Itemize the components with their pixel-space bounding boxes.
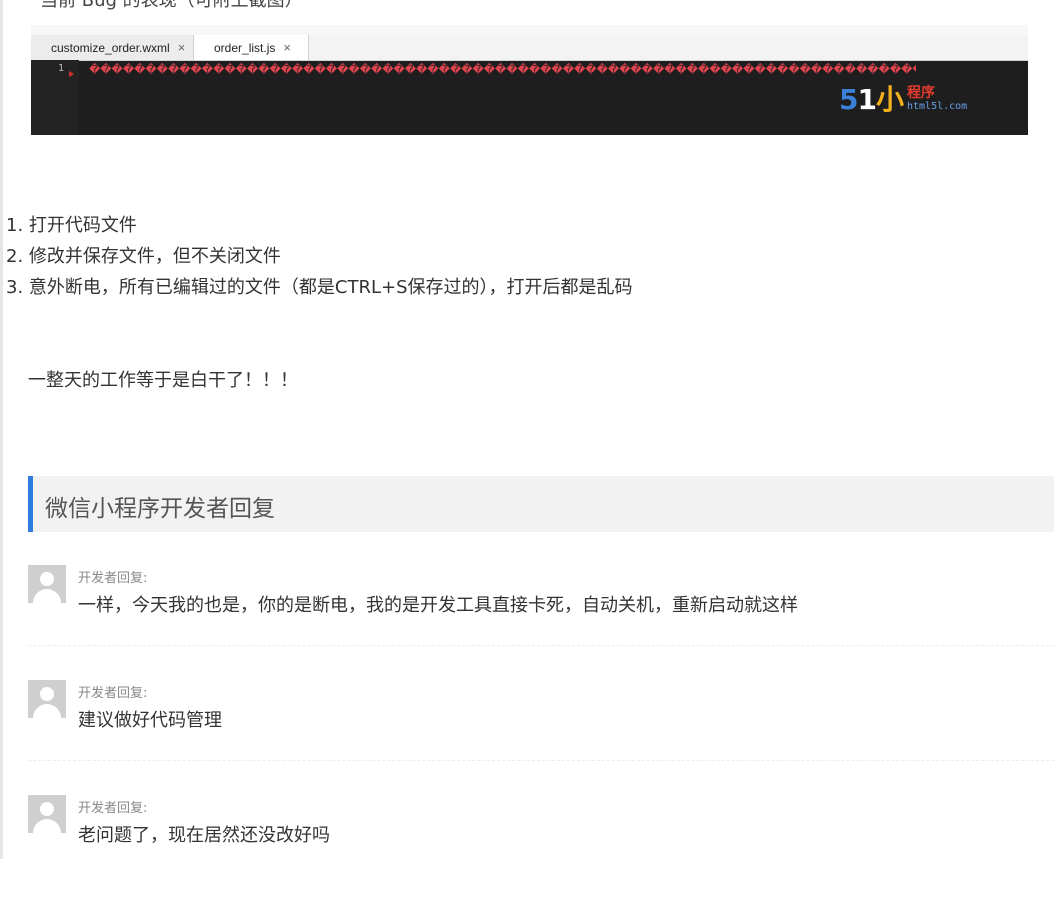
- editor-tab-bar: customize_order.wxml × order_list.js ×: [31, 25, 1028, 61]
- watermark-logo: 51小 程序 html5l.com: [839, 86, 967, 114]
- garbled-code-line: ����������������������������������������…: [89, 63, 916, 76]
- avatar-icon[interactable]: [28, 795, 66, 833]
- reply-divider: [28, 760, 1054, 761]
- reply-author: 开发者回复:: [78, 686, 148, 701]
- reply-author: 开发者回复:: [78, 571, 148, 586]
- line-number: 1: [58, 63, 65, 74]
- reply-content: 老问题了，现在居然还没改好吗: [78, 825, 330, 846]
- tab-customize-order-wxml: customize_order.wxml ×: [31, 35, 194, 60]
- reply-divider: [28, 645, 1054, 646]
- avatar-icon[interactable]: [28, 565, 66, 603]
- tab-order-list-js: order_list.js ×: [194, 35, 309, 60]
- reply-content: 一样，今天我的也是，你的是断电，我的是开发工具直接卡死，自动关机，重新启动就这样: [78, 595, 798, 616]
- complaint-text: 一整天的工作等于是白干了！！！: [28, 370, 298, 391]
- tab-bar-top-strip: [31, 25, 1028, 35]
- reply-author: 开发者回复:: [78, 801, 148, 816]
- reply-item: 开发者回复: 建议做好代码管理: [28, 680, 1054, 795]
- clipped-heading: 当前 Bug 的表现（可附上截图）: [40, 0, 303, 11]
- reply-item: 开发者回复: 老问题了，现在居然还没改好吗: [28, 795, 1054, 910]
- step-item: 1. 打开代码文件: [6, 215, 137, 236]
- reply-item: 开发者回复: 一样，今天我的也是，你的是断电，我的是开发工具直接卡死，自动关机，…: [28, 565, 1054, 680]
- watermark-cn: 程序: [906, 85, 935, 101]
- close-icon: ×: [177, 40, 186, 55]
- watermark-url: html5l.com: [906, 101, 968, 112]
- tab-label: order_list.js: [214, 40, 276, 55]
- editor-screenshot: customize_order.wxml × order_list.js × 1…: [31, 25, 1028, 135]
- step-item: 3. 意外断电，所有已编辑过的文件（都是CTRL+S保存过的），打开后都是乱码: [6, 277, 633, 298]
- fold-arrow-icon: [69, 71, 74, 77]
- avatar-icon[interactable]: [28, 680, 66, 718]
- replies-section-header: 微信小程序开发者回复: [28, 476, 1054, 532]
- section-title: 微信小程序开发者回复: [45, 496, 275, 522]
- reply-content: 建议做好代码管理: [78, 710, 222, 731]
- close-icon: ×: [283, 40, 291, 55]
- page-left-border: [0, 0, 3, 859]
- reproduction-steps: 1. 打开代码文件 2. 修改并保存文件，但不关闭文件 3. 意外断电，所有已编…: [6, 210, 633, 303]
- watermark-side: 程序 html5l.com: [907, 86, 967, 113]
- watermark-digits: 51小: [839, 83, 904, 116]
- tab-label: customize_order.wxml: [51, 40, 170, 55]
- step-item: 2. 修改并保存文件，但不关闭文件: [6, 246, 281, 267]
